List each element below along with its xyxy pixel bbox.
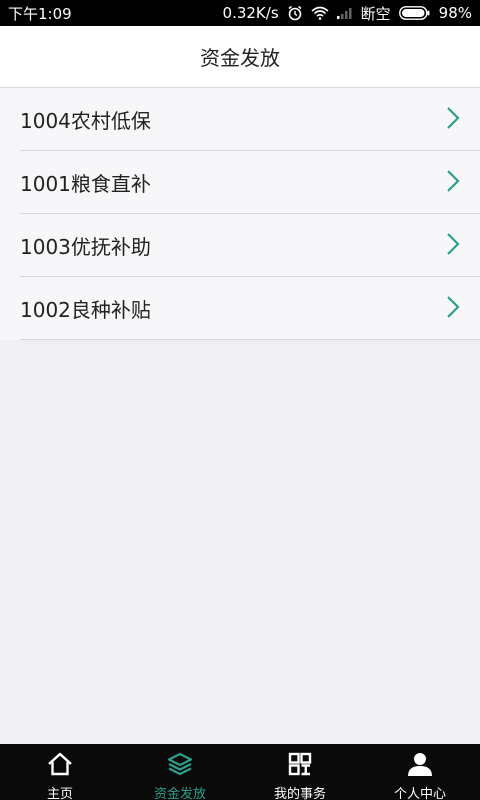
list-item[interactable]: 1002良种补贴 <box>0 277 480 340</box>
nav-home-label: 主页 <box>46 787 73 800</box>
carrier-label: 断空 <box>360 4 391 23</box>
list-item-label: 1001粮食直补 <box>20 172 151 196</box>
nav-my-affairs-label: 我的事务 <box>273 787 326 800</box>
grid-icon <box>287 752 313 780</box>
chevron-right-icon <box>446 106 460 134</box>
network-speed: 0.32K/s <box>222 4 279 22</box>
person-icon <box>407 752 433 780</box>
alarm-icon <box>287 5 303 21</box>
wifi-icon <box>311 6 329 20</box>
bottom-nav: 主页 资金发放 我的事务 个人中心 <box>0 744 480 800</box>
signal-icon <box>336 7 353 19</box>
nav-fund-distribution-label: 资金发放 <box>153 787 206 800</box>
chevron-right-icon <box>446 295 460 323</box>
nav-fund-distribution[interactable]: 资金发放 <box>120 744 240 800</box>
chevron-right-icon <box>446 232 460 260</box>
page-title: 资金发放 <box>200 46 280 70</box>
chevron-right-icon <box>446 169 460 197</box>
nav-personal-center-label: 个人中心 <box>393 787 446 800</box>
battery-icon <box>398 6 431 20</box>
list-item-label: 1002良种补贴 <box>20 298 151 322</box>
home-icon <box>47 752 73 780</box>
list-item-label: 1003优抚补助 <box>20 235 151 259</box>
layers-icon <box>167 752 193 780</box>
status-right: 0.32K/s 断空 98% <box>223 3 472 24</box>
list-item[interactable]: 1001粮食直补 <box>0 151 480 214</box>
nav-home[interactable]: 主页 <box>0 744 120 800</box>
page-header: 资金发放 <box>0 26 480 88</box>
fund-list: 1004农村低保 1001粮食直补 1003优抚补助 1002良种补贴 <box>0 88 480 340</box>
list-item[interactable]: 1003优抚补助 <box>0 214 480 277</box>
nav-personal-center[interactable]: 个人中心 <box>360 744 480 800</box>
status-time: 下午1:09 <box>8 4 72 23</box>
nav-my-affairs[interactable]: 我的事务 <box>240 744 360 800</box>
status-bar: 下午1:09 0.32K/s 断空 98% <box>0 0 480 26</box>
list-item-label: 1004农村低保 <box>20 109 151 133</box>
battery-percent: 98% <box>438 4 472 22</box>
list-item[interactable]: 1004农村低保 <box>0 88 480 151</box>
